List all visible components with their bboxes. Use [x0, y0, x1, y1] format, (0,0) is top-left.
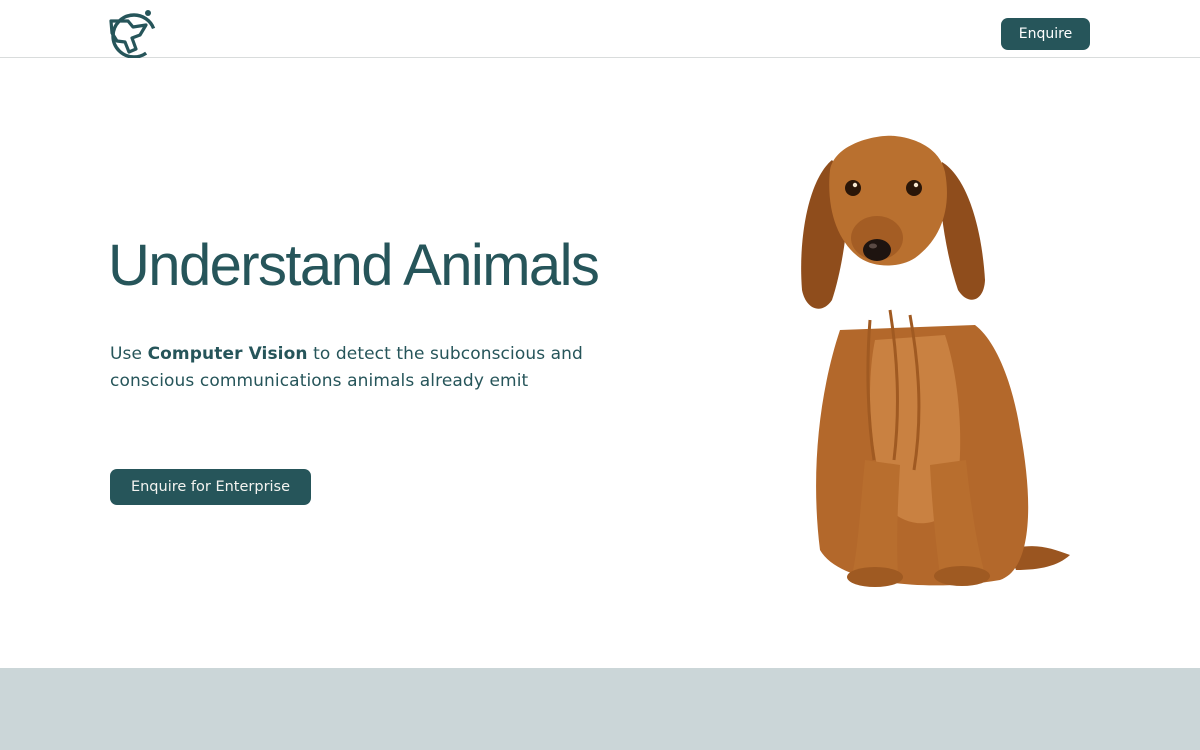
enquire-for-enterprise-button[interactable]: Enquire for Enterprise	[110, 469, 311, 505]
hero-subtitle: Use Computer Vision to detect the subcon…	[110, 341, 590, 394]
hero-subtitle-emphasis: Computer Vision	[147, 344, 308, 364]
bottom-band	[0, 668, 1200, 750]
dachshund-image	[780, 130, 1080, 600]
top-nav-bar: Enquire	[0, 0, 1200, 59]
hero-subtitle-prefix: Use	[110, 344, 148, 364]
dog-logo-icon[interactable]	[108, 8, 160, 59]
enquire-button[interactable]: Enquire	[1001, 18, 1090, 50]
hero-title: Understand Animals	[108, 233, 600, 298]
